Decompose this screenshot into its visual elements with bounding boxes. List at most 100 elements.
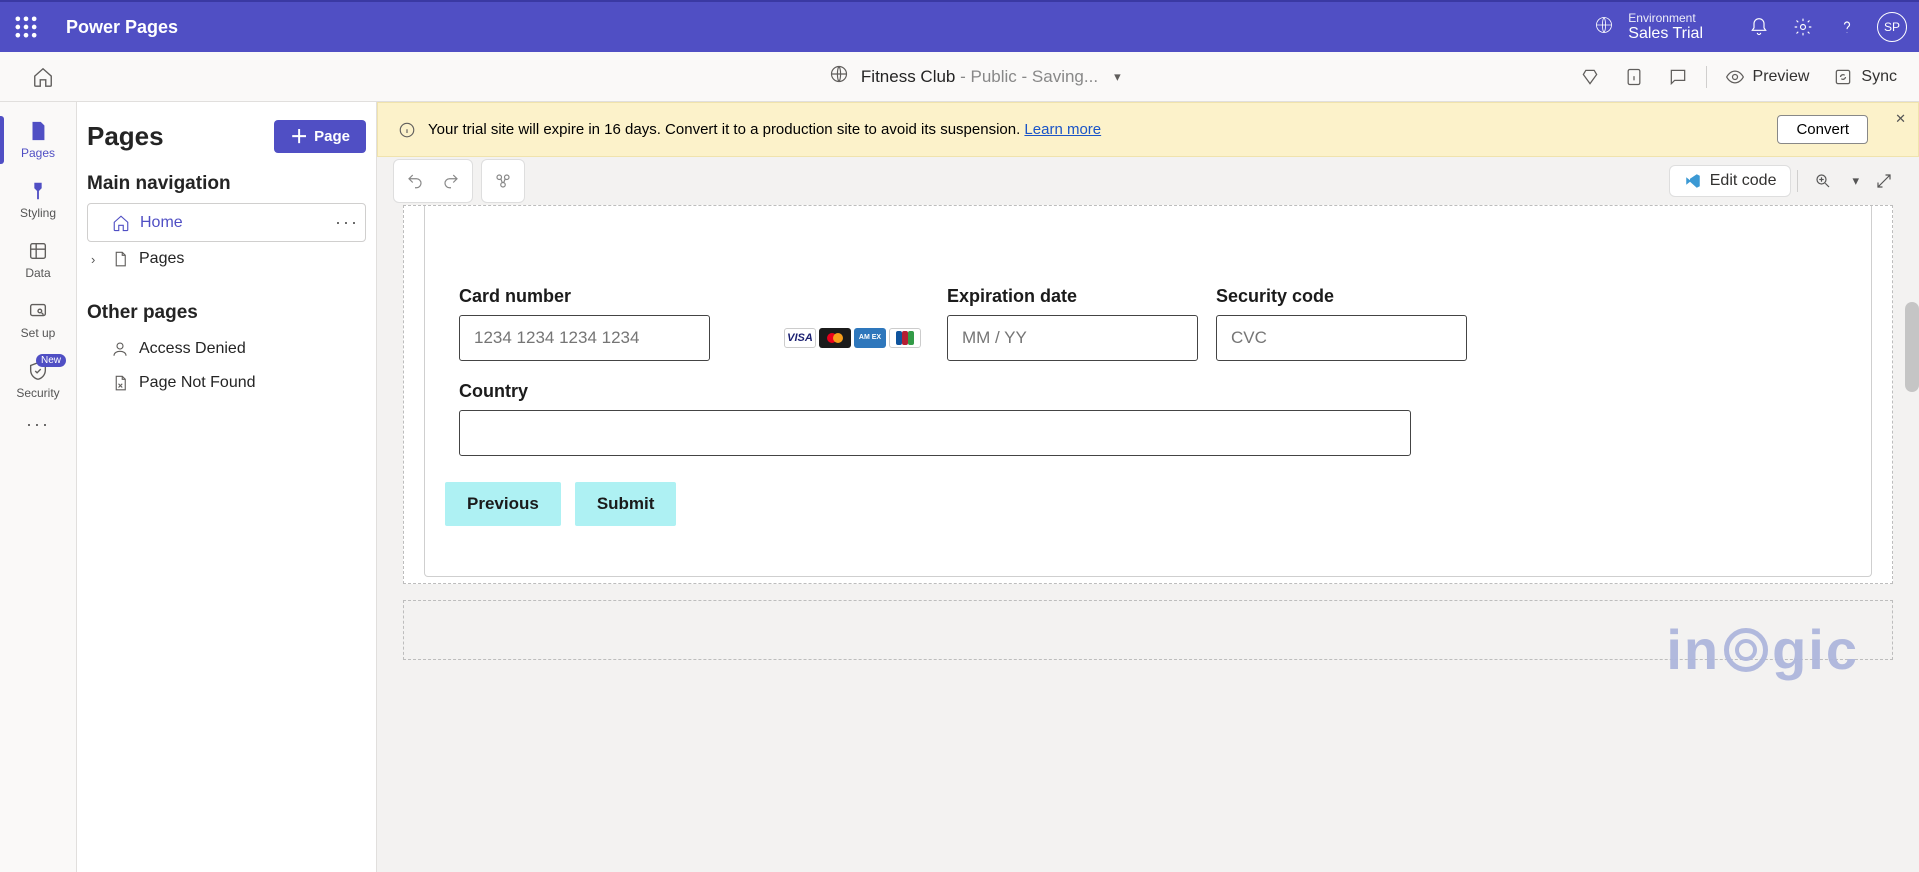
learn-more-link[interactable]: Learn more	[1024, 121, 1101, 138]
design-canvas[interactable]: Card number VISA AM EX	[377, 205, 1919, 872]
rail-more-icon[interactable]: ···	[26, 414, 50, 435]
environment-text: Environment Sales Trial	[1628, 11, 1703, 43]
sync-button[interactable]: Sync	[1827, 63, 1903, 91]
preview-label: Preview	[1753, 68, 1810, 86]
tree-item-label: Pages	[139, 250, 184, 268]
edit-code-button[interactable]: Edit code	[1669, 165, 1792, 197]
jcb-icon	[889, 328, 921, 348]
components-group	[481, 159, 525, 203]
convert-button[interactable]: Convert	[1777, 115, 1868, 144]
feedback-icon[interactable]	[1662, 63, 1694, 91]
site-name-text: Fitness Club	[861, 67, 955, 86]
rail-data-label: Data	[25, 266, 50, 280]
tree-item-label: Access Denied	[139, 340, 246, 358]
scrollbar-thumb[interactable]	[1905, 302, 1919, 392]
submit-button[interactable]: Submit	[575, 482, 677, 526]
history-group	[393, 159, 473, 203]
fullscreen-button[interactable]	[1865, 162, 1903, 200]
country-input[interactable]	[459, 410, 1411, 456]
plus-icon: ＋	[290, 130, 308, 144]
nav-rail: Pages Styling Data Set up New Security ·…	[0, 102, 77, 872]
banner-text-content: Your trial site will expire in 16 days. …	[428, 121, 1024, 138]
tree-item-access-denied[interactable]: Access Denied	[87, 332, 366, 366]
card-brand-icons: VISA AM EX	[784, 328, 921, 348]
divider	[1706, 66, 1707, 88]
zoom-button[interactable]	[1804, 162, 1842, 200]
chevron-right-icon[interactable]: ›	[91, 252, 95, 267]
trial-banner: Your trial site will expire in 16 days. …	[377, 102, 1919, 157]
pages-panel: Pages ＋ Page Main navigation Home ··· › P…	[77, 102, 377, 872]
country-label: Country	[459, 381, 1411, 402]
rail-security-label: Security	[16, 386, 59, 400]
form-buttons: Previous Submit	[445, 482, 1837, 526]
field-security-code: Security code	[1216, 286, 1467, 361]
banner-text: Your trial site will expire in 16 days. …	[428, 121, 1101, 138]
field-expiration: Expiration date	[947, 286, 1198, 361]
add-page-button[interactable]: ＋ Page	[274, 120, 366, 153]
app-launcher-icon[interactable]	[12, 13, 40, 41]
more-icon[interactable]: ···	[335, 212, 359, 233]
site-status: - Public - Saving...	[955, 67, 1098, 86]
info-icon[interactable]	[1618, 63, 1650, 91]
security-code-label: Security code	[1216, 286, 1467, 307]
canvas-toolbar: Edit code ▾	[377, 157, 1919, 205]
tree-item-label: Page Not Found	[139, 374, 256, 392]
preview-button[interactable]: Preview	[1719, 63, 1816, 91]
chevron-down-icon[interactable]: ▾	[1852, 173, 1859, 189]
rail-styling-label: Styling	[20, 206, 56, 220]
home-icon[interactable]	[32, 66, 54, 88]
form-card: Card number VISA AM EX	[424, 206, 1872, 577]
brand-title: Power Pages	[66, 17, 178, 38]
rail-pages-label: Pages	[21, 146, 55, 160]
rail-security[interactable]: New Security	[0, 350, 76, 410]
rail-data[interactable]: Data	[0, 230, 76, 290]
environment-name: Sales Trial	[1628, 25, 1703, 43]
tree-item-label: Home	[140, 214, 183, 232]
field-country: Country	[459, 381, 1411, 456]
tree-item-pages[interactable]: › Pages	[87, 242, 366, 276]
environment-icon	[1594, 15, 1614, 40]
expiration-label: Expiration date	[947, 286, 1198, 307]
context-bar: Fitness Club - Public - Saving... ▾ Prev…	[0, 52, 1919, 102]
chevron-down-icon: ▾	[1114, 69, 1121, 85]
help-icon[interactable]	[1829, 9, 1865, 45]
person-icon	[111, 340, 129, 358]
redo-button[interactable]	[434, 164, 468, 198]
new-badge: New	[36, 354, 66, 367]
card-number-label: Card number	[459, 286, 929, 307]
vscode-icon	[1684, 172, 1702, 190]
info-icon	[398, 121, 416, 139]
page-icon	[111, 250, 129, 268]
edit-code-label: Edit code	[1710, 172, 1777, 190]
settings-icon[interactable]	[1785, 9, 1821, 45]
security-code-input[interactable]	[1216, 315, 1467, 361]
rail-setup-label: Set up	[21, 326, 56, 340]
rail-styling[interactable]: Styling	[0, 170, 76, 230]
site-name: Fitness Club - Public - Saving...	[861, 67, 1098, 87]
add-page-label: Page	[314, 128, 350, 145]
rail-pages[interactable]: Pages	[0, 110, 76, 170]
expiration-input[interactable]	[947, 315, 1198, 361]
site-picker[interactable]: Fitness Club - Public - Saving... ▾	[376, 64, 1574, 89]
home-icon	[112, 214, 130, 232]
previous-button[interactable]: Previous	[445, 482, 561, 526]
card-number-input[interactable]	[459, 315, 710, 361]
components-button[interactable]	[486, 164, 520, 198]
section-main-nav: Main navigation	[87, 173, 366, 195]
rail-setup[interactable]: Set up	[0, 290, 76, 350]
section-frame[interactable]: Card number VISA AM EX	[403, 205, 1893, 584]
empty-section-frame[interactable]	[403, 600, 1893, 660]
notifications-icon[interactable]	[1741, 9, 1777, 45]
tree-item-not-found[interactable]: Page Not Found	[87, 366, 366, 400]
divider	[1797, 170, 1798, 192]
main-layout: Pages Styling Data Set up New Security ·…	[0, 102, 1919, 872]
tree-item-home[interactable]: Home ···	[87, 203, 366, 242]
field-card-number: Card number VISA AM EX	[459, 286, 929, 361]
close-icon[interactable]: ✕	[1895, 111, 1906, 127]
amex-icon: AM EX	[854, 328, 886, 348]
mastercard-icon	[819, 328, 851, 348]
environment-picker[interactable]: Environment Sales Trial	[1594, 11, 1703, 43]
user-avatar[interactable]: SP	[1877, 12, 1907, 42]
copilot-icon[interactable]	[1574, 63, 1606, 91]
undo-button[interactable]	[398, 164, 432, 198]
